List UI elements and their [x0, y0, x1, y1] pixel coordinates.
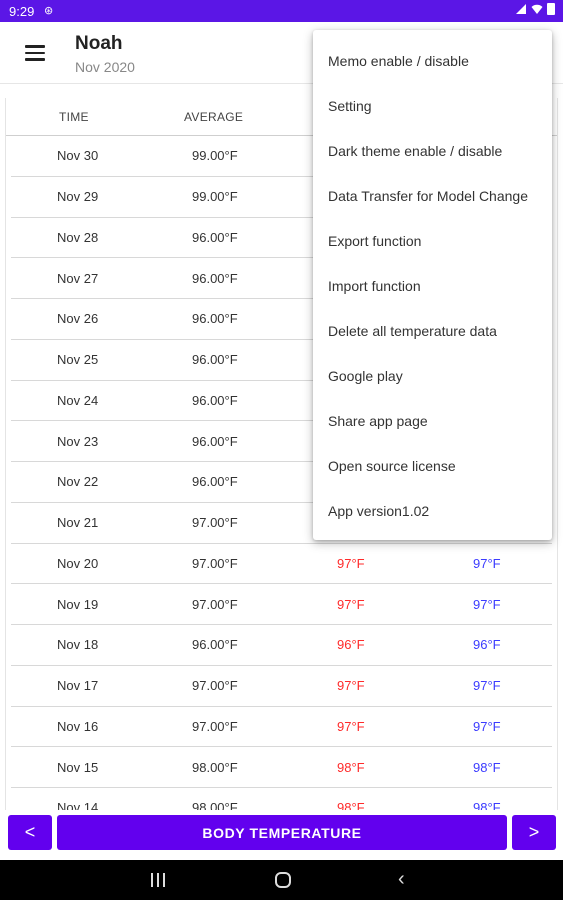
row-average: 96.00°F — [192, 474, 238, 490]
row-date: Nov 29 — [57, 189, 99, 205]
column-header-time: TIME — [59, 110, 89, 124]
row-high: 98°F — [337, 800, 365, 810]
menu-item-export[interactable]: Export function — [313, 218, 552, 263]
overflow-menu: Memo enable / disable Setting Dark theme… — [313, 30, 552, 540]
row-average: 96.00°F — [192, 433, 238, 449]
home-icon[interactable] — [275, 872, 291, 888]
row-low: 98°F — [473, 800, 501, 810]
row-average: 96.00°F — [192, 352, 238, 368]
row-average: 97.00°F — [192, 596, 238, 612]
row-average: 97.00°F — [192, 678, 238, 694]
status-bar: 9:29 ⊛ — [0, 0, 563, 22]
row-average: 98.00°F — [192, 800, 238, 810]
row-low: 96°F — [473, 637, 501, 653]
row-average: 96.00°F — [192, 637, 238, 653]
row-date: Nov 27 — [57, 270, 99, 286]
notification-icon: ⊛ — [44, 5, 54, 17]
row-date: Nov 28 — [57, 229, 99, 245]
previous-month-button[interactable]: < — [8, 815, 52, 850]
table-row[interactable]: Nov 20 97.00°F 97°F 97°F — [11, 544, 552, 585]
row-average: 96.00°F — [192, 229, 238, 245]
row-average: 98.00°F — [192, 759, 238, 775]
row-date: Nov 16 — [57, 718, 99, 734]
table-row[interactable]: Nov 16 97.00°F 97°F 97°F — [11, 707, 552, 748]
row-average: 96.00°F — [192, 392, 238, 408]
menu-item-share[interactable]: Share app page — [313, 398, 552, 443]
row-high: 97°F — [337, 678, 365, 694]
menu-item-data-transfer[interactable]: Data Transfer for Model Change — [313, 173, 552, 218]
table-row[interactable]: Nov 19 97.00°F 97°F 97°F — [11, 584, 552, 625]
row-date: Nov 26 — [57, 311, 99, 327]
row-low: 97°F — [473, 596, 501, 612]
row-average: 96.00°F — [192, 270, 238, 286]
row-date: Nov 20 — [57, 555, 99, 571]
table-row[interactable]: Nov 14 98.00°F 98°F 98°F — [11, 788, 552, 810]
row-date: Nov 17 — [57, 678, 99, 694]
body-temperature-button[interactable]: BODY TEMPERATURE — [57, 815, 507, 850]
back-icon[interactable]: ‹ — [398, 868, 405, 891]
menu-item-setting[interactable]: Setting — [313, 83, 552, 128]
row-low: 98°F — [473, 759, 501, 775]
row-high: 97°F — [337, 596, 365, 612]
row-date: Nov 19 — [57, 596, 99, 612]
column-header-average: AVERAGE — [184, 110, 244, 124]
row-date: Nov 15 — [57, 759, 99, 775]
menu-item-version[interactable]: App version1.02 — [313, 488, 552, 533]
row-average: 99.00°F — [192, 189, 238, 205]
menu-item-import[interactable]: Import function — [313, 263, 552, 308]
row-average: 97.00°F — [192, 515, 238, 531]
row-average: 96.00°F — [192, 311, 238, 327]
row-low: 97°F — [473, 555, 501, 571]
row-average: 97.00°F — [192, 718, 238, 734]
signal-icon — [516, 4, 526, 14]
row-date: Nov 25 — [57, 352, 99, 368]
wifi-icon — [531, 4, 543, 14]
row-high: 97°F — [337, 555, 365, 571]
row-date: Nov 23 — [57, 433, 99, 449]
menu-item-delete-all[interactable]: Delete all temperature data — [313, 308, 552, 353]
system-nav-bar: ‹ — [0, 860, 563, 900]
battery-icon — [547, 3, 555, 15]
row-date: Nov 22 — [57, 474, 99, 490]
hamburger-menu-icon[interactable] — [25, 45, 45, 61]
status-icons — [515, 3, 555, 15]
row-date: Nov 14 — [57, 800, 99, 810]
menu-item-google-play[interactable]: Google play — [313, 353, 552, 398]
row-high: 97°F — [337, 718, 365, 734]
row-high: 96°F — [337, 637, 365, 653]
menu-item-memo[interactable]: Memo enable / disable — [313, 38, 552, 83]
row-low: 97°F — [473, 718, 501, 734]
menu-item-dark-theme[interactable]: Dark theme enable / disable — [313, 128, 552, 173]
page-title: Noah — [75, 33, 123, 54]
row-average: 97.00°F — [192, 555, 238, 571]
row-date: Nov 24 — [57, 392, 99, 408]
row-average: 99.00°F — [192, 148, 238, 164]
next-month-button[interactable]: > — [512, 815, 556, 850]
row-low: 97°F — [473, 678, 501, 694]
recent-apps-icon[interactable] — [151, 873, 165, 887]
table-row[interactable]: Nov 15 98.00°F 98°F 98°F — [11, 747, 552, 788]
row-date: Nov 18 — [57, 637, 99, 653]
row-high: 98°F — [337, 759, 365, 775]
row-date: Nov 30 — [57, 148, 99, 164]
row-date: Nov 21 — [57, 515, 99, 531]
status-time: 9:29 — [9, 4, 35, 19]
table-row[interactable]: Nov 17 97.00°F 97°F 97°F — [11, 666, 552, 707]
page-subtitle: Nov 2020 — [75, 59, 135, 75]
menu-item-license[interactable]: Open source license — [313, 443, 552, 488]
table-row[interactable]: Nov 18 96.00°F 96°F 96°F — [11, 625, 552, 666]
